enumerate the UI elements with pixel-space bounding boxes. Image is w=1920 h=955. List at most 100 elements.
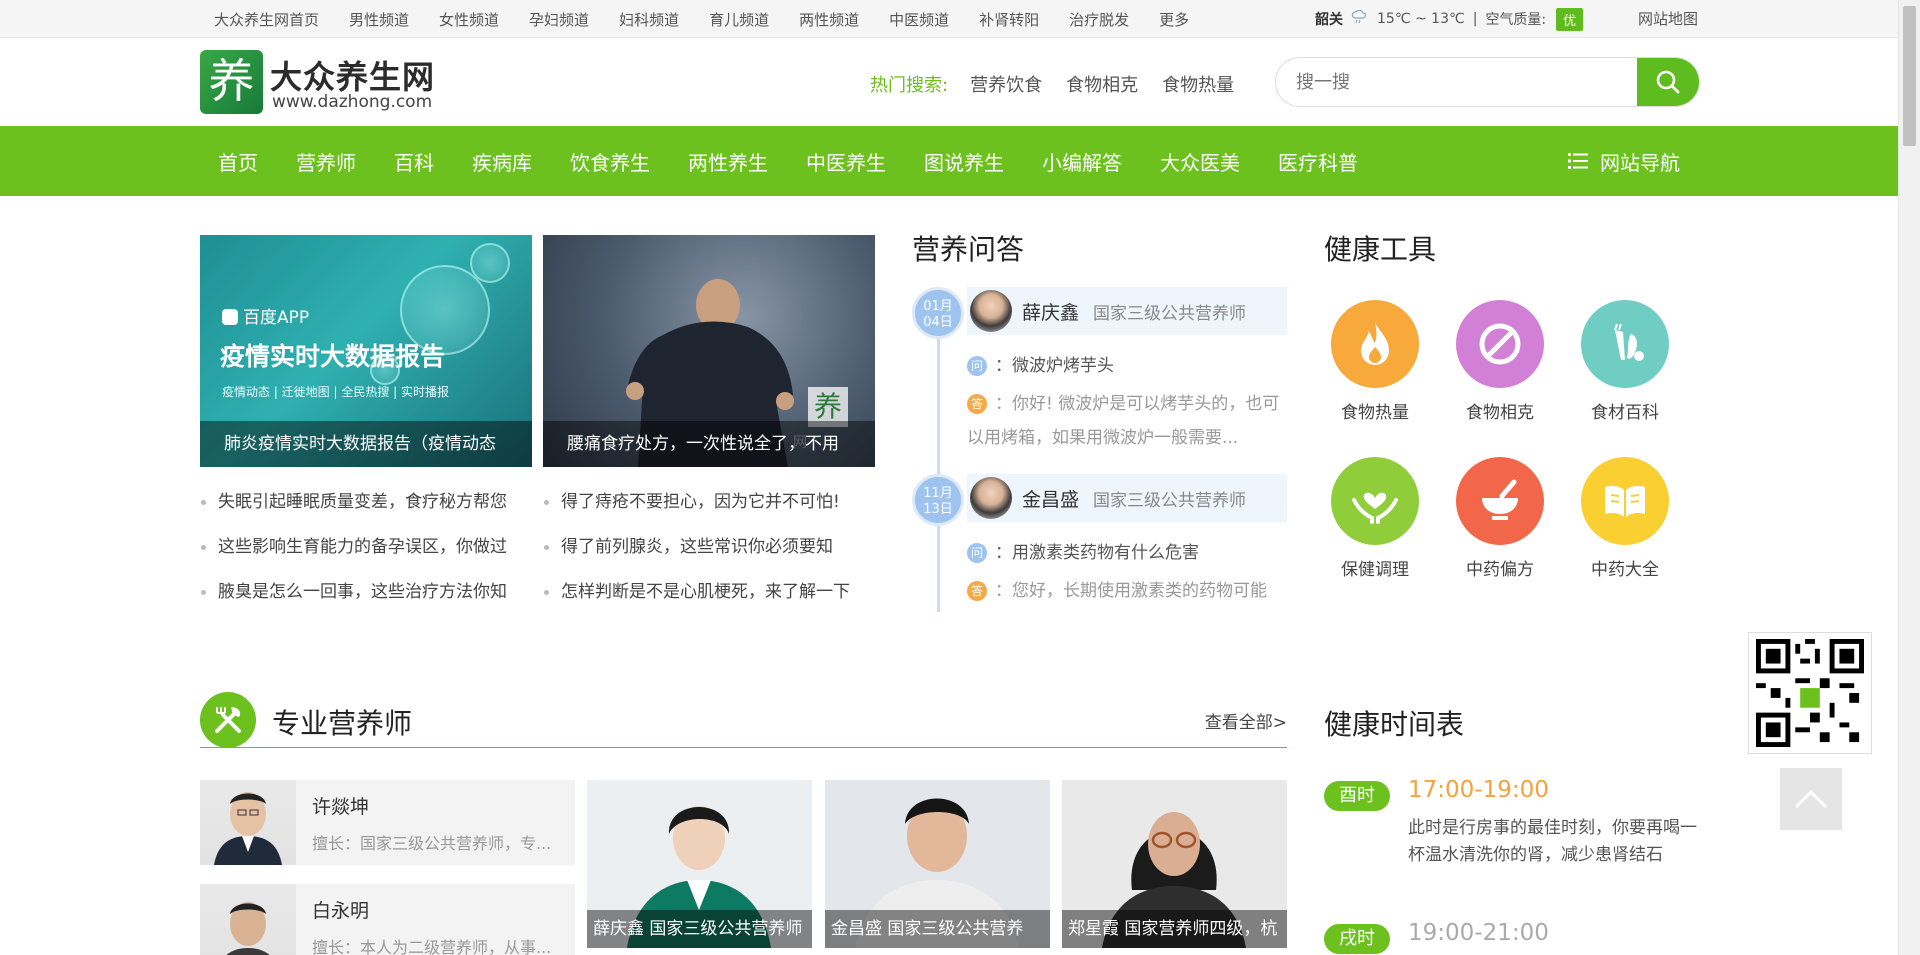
nav-item-disease[interactable]: 疾病库 (472, 147, 532, 176)
qa-answer[interactable]: 答：你好! 微波炉是可以烤芋头的，也可以用烤箱，如果用微波炉一般需要... (967, 387, 1287, 455)
nutritionist-feature-card[interactable]: 金昌盛 国家三级公共营养 (825, 780, 1050, 948)
nav-item-pictures[interactable]: 图说养生 (924, 147, 1004, 176)
hot-search-item[interactable]: 营养饮食 (970, 71, 1042, 97)
banner-covid[interactable]: 百度APP 疫情实时大数据报告 疫情动态 | 迁徙地图 | 全民热搜 | 实时播… (200, 235, 532, 467)
qa-expert[interactable]: 金昌盛 国家三级公共营养师 (967, 474, 1287, 522)
nav-item-tcm[interactable]: 中医养生 (806, 147, 886, 176)
tool-tcm-remedies[interactable]: 中药偏方 (1445, 457, 1555, 580)
nutritionist-feature-card[interactable]: 郑星霞 国家营养师四级，杭 (1062, 780, 1287, 948)
tools-title: 健康工具 (1324, 233, 1437, 266)
tool-label: 保健调理 (1341, 560, 1409, 580)
nutritionists-title: 专业营养师 (272, 707, 413, 740)
top-links: 大众养生网首页 男性频道 女性频道 孕妇频道 妇科频道 育儿频道 两性频道 中医… (214, 0, 1219, 38)
news-item[interactable]: 得了前列腺炎，这些常识你必须要知 (543, 532, 883, 577)
sitemap-link[interactable]: 网站地图 (1638, 0, 1698, 38)
nav-item-diet[interactable]: 饮食养生 (570, 147, 650, 176)
nav-item-nutritionist[interactable]: 营养师 (296, 147, 356, 176)
qa-expert-name: 金昌盛 (1022, 488, 1080, 511)
nutritionist-name: 许燚坤 (312, 796, 370, 818)
hot-search-item[interactable]: 食物相克 (1066, 71, 1138, 97)
tool-label: 食物相克 (1466, 403, 1534, 423)
nutritionist-feature-card[interactable]: 薛庆鑫 国家三级公共营养师 (587, 780, 812, 948)
news-item[interactable]: 怎样判断是不是心肌梗死，来了解一下 (543, 577, 883, 622)
news-item[interactable]: 得了痔疮不要担心，因为它并不可怕! (543, 487, 883, 532)
scrollbar-thumb[interactable] (1903, 6, 1916, 146)
search-button[interactable] (1637, 58, 1699, 106)
banner-caption: 腰痛食疗处方，一次性说全了，不用 (543, 421, 875, 467)
header: 养 大众养生网 www.dazhong.com 热门搜索: 营养饮食 食物相克 … (0, 38, 1898, 126)
tool-food-conflicts[interactable]: 食物相克 (1445, 300, 1555, 423)
tool-health-care[interactable]: 保健调理 (1320, 457, 1430, 580)
mortar-icon (1456, 457, 1544, 545)
schedule-tag: 戌时 (1324, 924, 1390, 954)
tool-ingredients[interactable]: 食材百科 (1570, 300, 1680, 423)
nutritionist-photo (200, 884, 296, 955)
top-link-more[interactable]: 更多 (1159, 9, 1189, 30)
top-link-hairloss[interactable]: 治疗脱发 (1069, 9, 1129, 30)
banner-backpain[interactable]: 养 网 腰痛食疗处方，一次性说全了，不用 (543, 235, 875, 467)
qa-question-text: ：微波炉烤芋头 (995, 356, 1114, 376)
list-icon (1568, 153, 1588, 169)
tool-food-calories[interactable]: 食物热量 (1320, 300, 1430, 423)
top-link-parenting[interactable]: 育儿频道 (709, 9, 769, 30)
qa-expert-title: 国家三级公共营养师 (1093, 490, 1247, 511)
view-all-link[interactable]: 查看全部> (1205, 708, 1287, 733)
top-link-female[interactable]: 女性频道 (439, 9, 499, 30)
top-link-tcm[interactable]: 中医频道 (889, 9, 949, 30)
nutritionist-name: 白永明 (312, 900, 370, 922)
qa-question[interactable]: 问 ：微波炉烤芋头 (967, 351, 1114, 376)
tool-label: 中药大全 (1591, 560, 1659, 580)
qr-pattern (1756, 639, 1864, 747)
flame-icon (1331, 300, 1419, 388)
top-link-sex[interactable]: 两性频道 (799, 9, 859, 30)
top-link-pregnant[interactable]: 孕妇频道 (529, 9, 589, 30)
nav-item-beauty[interactable]: 大众医美 (1160, 147, 1240, 176)
top-link-kidney[interactable]: 补肾转阳 (979, 9, 1039, 30)
search-input[interactable] (1296, 58, 1596, 106)
weather-widget: 韶关 15℃ ~ 13℃ | 空气质量: 优 (1315, 0, 1584, 38)
top-link-home[interactable]: 大众养生网首页 (214, 9, 319, 30)
nutritionist-card[interactable]: 白永明 擅长：本人为二级营养师，从事... (200, 884, 575, 955)
tool-tcm-encyclopedia[interactable]: 中药大全 (1570, 457, 1680, 580)
hot-search-item[interactable]: 食物热量 (1162, 71, 1234, 97)
qa-question[interactable]: 问 ：用激素类药物有什么危害 (967, 538, 1199, 563)
banner-caption: 肺炎疫情实时大数据报告（疫情动态 (200, 421, 532, 467)
scrollbar[interactable] (1898, 0, 1920, 955)
nutritionist-card[interactable]: 许燚坤 擅长：国家三级公共营养师，专... (200, 780, 575, 865)
qa-answer[interactable]: 答 ：您好，长期使用激素类的药物可能 (967, 574, 1287, 608)
nutritionist-photo (200, 780, 296, 865)
weather-rain-icon (1351, 9, 1367, 28)
site-logo[interactable]: 养 大众养生网 www.dazhong.com (200, 50, 460, 116)
top-bar: 大众养生网首页 男性频道 女性频道 孕妇频道 妇科频道 育儿频道 两性频道 中医… (0, 0, 1898, 38)
news-item[interactable]: 失眠引起睡眠质量变差，食疗秘方帮您 (200, 487, 540, 532)
qa-date-month: 01月 (923, 299, 953, 314)
schedule-item: 酉时 17:00-19:00 此时是行房事的最佳时刻，你要再喝一杯温水清洗你的肾… (1324, 777, 1704, 891)
qa-expert[interactable]: 薛庆鑫 国家三级公共营养师 (967, 287, 1287, 335)
top-link-gynecology[interactable]: 妇科频道 (619, 9, 679, 30)
news-list-right: 得了痔疮不要担心，因为它并不可怕! 得了前列腺炎，这些常识你必须要知 怎样判断是… (543, 487, 883, 622)
book-icon (1581, 457, 1669, 545)
weather-temperature: 15℃ ~ 13℃ (1377, 11, 1465, 27)
banner-app-text: 百度APP (243, 308, 310, 328)
qa-date: 01月 04日 (912, 287, 964, 339)
news-item[interactable]: 腋臭是怎么一回事，这些治疗方法你知 (200, 577, 540, 622)
schedule-time: 17:00-19:00 (1408, 777, 1549, 803)
baidu-paw-icon (222, 309, 238, 325)
vegetables-icon (1581, 300, 1669, 388)
banner-headline: 疫情实时大数据报告 (220, 342, 446, 371)
nav-item-editor-answers[interactable]: 小编解答 (1042, 147, 1122, 176)
qa-expert-title: 国家三级公共营养师 (1093, 303, 1247, 324)
utensils-icon (200, 692, 256, 748)
news-list-left: 失眠引起睡眠质量变差，食疗秘方帮您 这些影响生育能力的备孕误区，你做过 腋臭是怎… (200, 487, 540, 622)
virus-graphic (470, 243, 510, 283)
back-to-top-button[interactable] (1780, 768, 1842, 830)
nav-item-sex-health[interactable]: 两性养生 (688, 147, 768, 176)
nav-item-science[interactable]: 医疗科普 (1278, 147, 1358, 176)
top-link-male[interactable]: 男性频道 (349, 9, 409, 30)
chevron-up-icon (1794, 789, 1828, 809)
news-item[interactable]: 这些影响生育能力的备孕误区，你做过 (200, 532, 540, 577)
nav-item-encyclopedia[interactable]: 百科 (394, 147, 434, 176)
qa-date-day: 04日 (923, 315, 953, 330)
nav-item-home[interactable]: 首页 (218, 147, 258, 176)
site-nav-button[interactable]: 网站导航 (1568, 126, 1680, 196)
